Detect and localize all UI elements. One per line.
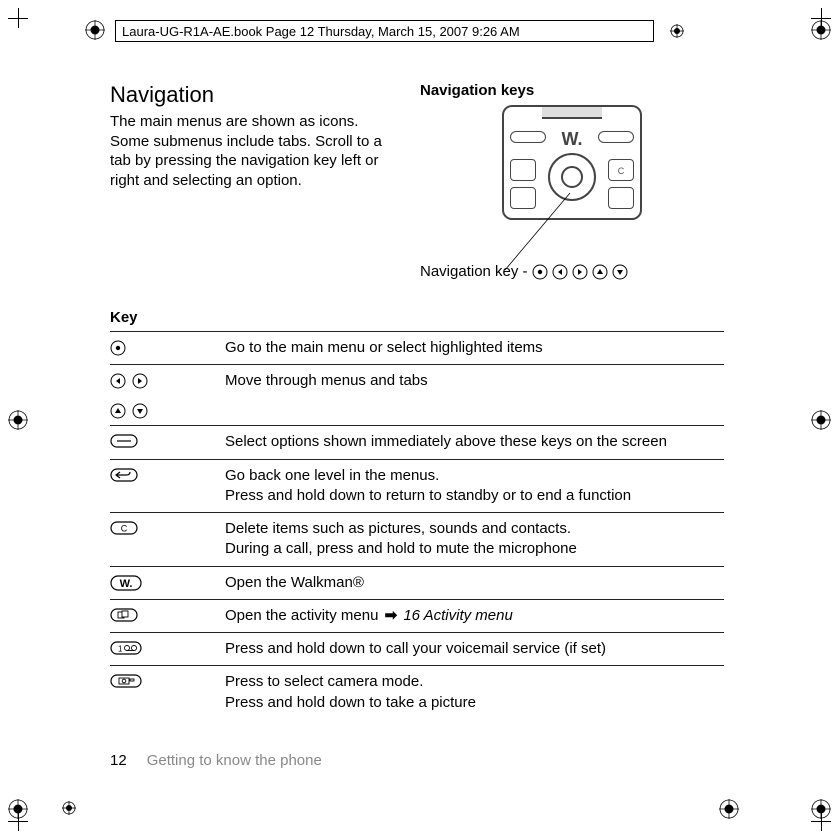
voicemail-key-icon: 1 [110, 641, 142, 655]
clear-key-icon: C [110, 521, 138, 535]
walkman-logo-icon: W. [562, 129, 583, 150]
svg-text:W.: W. [120, 578, 133, 590]
registration-mark-icon [8, 410, 28, 430]
walkman-key-icon: W. [110, 575, 142, 591]
registration-mark-icon [670, 24, 684, 38]
arrow-icon: ➡ [385, 607, 398, 624]
softkey-icon [110, 434, 138, 448]
nav-down-icon [132, 403, 148, 419]
key-description: Go to the main menu or select highlighte… [225, 338, 724, 358]
cross-reference: 16 Activity menu [403, 607, 513, 624]
key-description: Select options shown immediately above t… [225, 432, 724, 452]
registration-mark-icon [811, 410, 831, 430]
registration-mark-icon [8, 799, 28, 819]
back-key-illustration [510, 159, 536, 181]
phone-illustration: W. C [502, 105, 642, 220]
key-description: Go back one level in the menus. Press an… [225, 466, 724, 507]
right-column: Navigation keys W. C [420, 82, 724, 280]
key-description: Move through menus and tabs [225, 371, 724, 419]
phone-figure: W. C [420, 105, 724, 223]
key-table-header: Key [110, 304, 724, 332]
camera-key-icon [110, 674, 142, 688]
navigation-key-callout: Navigation key - [420, 263, 724, 280]
page-number: 12 [110, 752, 127, 769]
nav-center-icon [110, 340, 126, 356]
table-row: Press to select camera mode. Press and h… [110, 666, 724, 719]
back-key-icon [110, 468, 138, 482]
key-description: Press to select camera mode. Press and h… [225, 672, 724, 713]
nav-down-icon [612, 264, 628, 280]
key-description: Press and hold down to call your voicema… [225, 639, 724, 659]
table-row: W. Open the Walkman® [110, 567, 724, 600]
left-column: Navigation The main menus are shown as i… [110, 82, 390, 280]
nav-left-icon [110, 373, 126, 389]
section-name: Getting to know the phone [147, 752, 322, 769]
registration-mark-icon [85, 20, 105, 40]
nav-right-icon [132, 373, 148, 389]
table-row: Go to the main menu or select highlighte… [110, 332, 724, 365]
key-table: Key Go to the main menu or select highli… [110, 304, 724, 719]
activity-key-icon [110, 608, 138, 622]
key-description: Open the activity menu ➡ 16 Activity men… [225, 606, 724, 626]
table-row: Select options shown immediately above t… [110, 426, 724, 459]
table-row: 1 Press and hold down to call your voice… [110, 633, 724, 666]
desc-prefix: Open the activity menu [225, 607, 383, 624]
registration-mark-icon [719, 799, 739, 819]
table-row: Go back one level in the menus. Press an… [110, 460, 724, 514]
svg-text:C: C [121, 524, 128, 534]
registration-mark-icon [811, 799, 831, 819]
document-header-text: Laura-UG-R1A-AE.book Page 12 Thursday, M… [122, 24, 520, 39]
table-row: C Delete items such as pictures, sounds … [110, 513, 724, 567]
key-description: Delete items such as pictures, sounds an… [225, 519, 724, 560]
dpad-illustration [548, 153, 596, 201]
page-content: Navigation The main menus are shown as i… [110, 82, 724, 779]
figure-title: Navigation keys [420, 82, 724, 99]
svg-text:1: 1 [118, 645, 123, 654]
section-heading: Navigation [110, 82, 390, 108]
section-paragraph: The main menus are shown as icons. Some … [110, 112, 390, 190]
nav-left-icon [552, 264, 568, 280]
registration-mark-icon [811, 20, 831, 40]
callout-text: Navigation key - [420, 263, 528, 280]
nav-center-icon [532, 264, 548, 280]
table-row: Open the activity menu ➡ 16 Activity men… [110, 600, 724, 633]
clear-key-illustration: C [608, 159, 634, 181]
crop-mark [8, 8, 28, 28]
page-footer: 12 Getting to know the phone [110, 752, 322, 769]
nav-up-icon [110, 403, 126, 419]
table-row: Move through menus and tabs [110, 365, 724, 426]
document-header: Laura-UG-R1A-AE.book Page 12 Thursday, M… [115, 20, 654, 42]
nav-up-icon [592, 264, 608, 280]
nav-right-icon [572, 264, 588, 280]
registration-mark-icon [62, 801, 76, 815]
key-description: Open the Walkman® [225, 573, 724, 593]
